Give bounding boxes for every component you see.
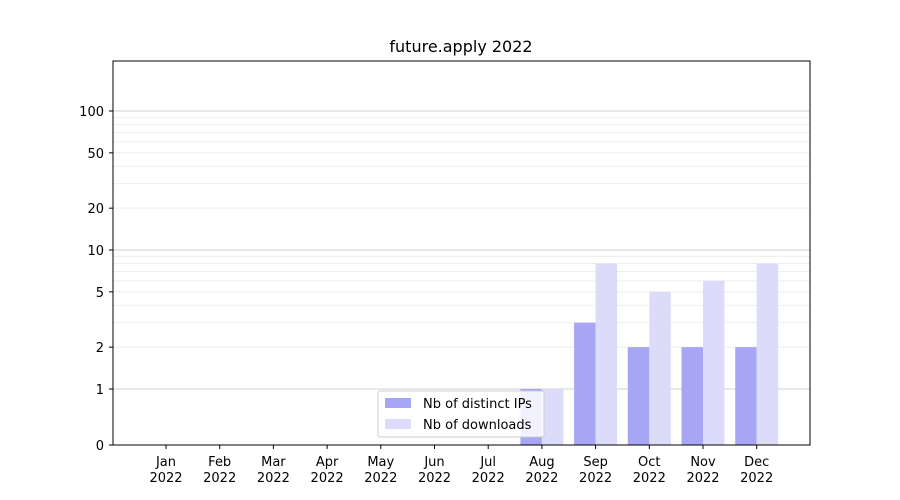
bar-distinct-ips <box>681 347 703 445</box>
x-tick-label: Dec 2022 <box>740 455 773 486</box>
chart: future.apply 2022 0 1 2 5 10 20 50 100 Jan 2022 F… <box>79 37 811 486</box>
bar-downloads <box>756 263 779 445</box>
y-tick-label: 20 <box>87 202 104 217</box>
legend-label-ips: Nb of distinct IPs <box>423 397 532 412</box>
bar-distinct-ips <box>574 322 596 445</box>
x-tick-label: Aug 2022 <box>525 455 558 486</box>
x-tick-label: Oct 2022 <box>633 455 666 486</box>
y-tick-label: 5 <box>96 286 104 301</box>
y-tick-label: 1 <box>96 383 104 398</box>
chart-title: future.apply 2022 <box>389 37 532 56</box>
legend: Nb of distinct IPs Nb of downloads <box>377 390 545 438</box>
x-tick-label: May 2022 <box>364 455 397 486</box>
legend-swatch-downloads <box>385 419 411 429</box>
x-tick-label: Sep 2022 <box>579 455 612 486</box>
x-tick-label: Jun 2022 <box>418 455 451 486</box>
bar-downloads <box>649 291 671 445</box>
x-tick-label: Mar 2022 <box>257 455 290 486</box>
legend-label-downloads: Nb of downloads <box>423 418 532 433</box>
y-tick-label: 10 <box>87 244 104 259</box>
y-tick-label: 100 <box>79 105 104 120</box>
y-axis: 0 1 2 5 10 20 50 100 <box>79 105 113 454</box>
bars <box>520 263 779 445</box>
x-tick-label: Jan 2022 <box>149 455 182 486</box>
x-tick-label: Nov 2022 <box>686 455 719 486</box>
x-axis: Jan 2022 Feb 2022 Mar 2022 Apr 2022 May 2022 Jun 20… <box>149 445 773 486</box>
bar-downloads <box>541 389 564 445</box>
y-tick-label: 2 <box>96 341 104 356</box>
bar-distinct-ips <box>735 347 757 445</box>
x-tick-label: Apr 2022 <box>311 455 344 486</box>
bar-downloads <box>703 280 725 445</box>
y-tick-label: 50 <box>87 147 104 162</box>
y-tick-label: 0 <box>96 439 104 454</box>
bar-distinct-ips <box>627 347 650 445</box>
legend-swatch-ips <box>385 398 411 408</box>
x-tick-label: Feb 2022 <box>203 455 236 486</box>
bar-downloads <box>595 263 618 445</box>
x-tick-label: Jul 2022 <box>472 455 505 486</box>
